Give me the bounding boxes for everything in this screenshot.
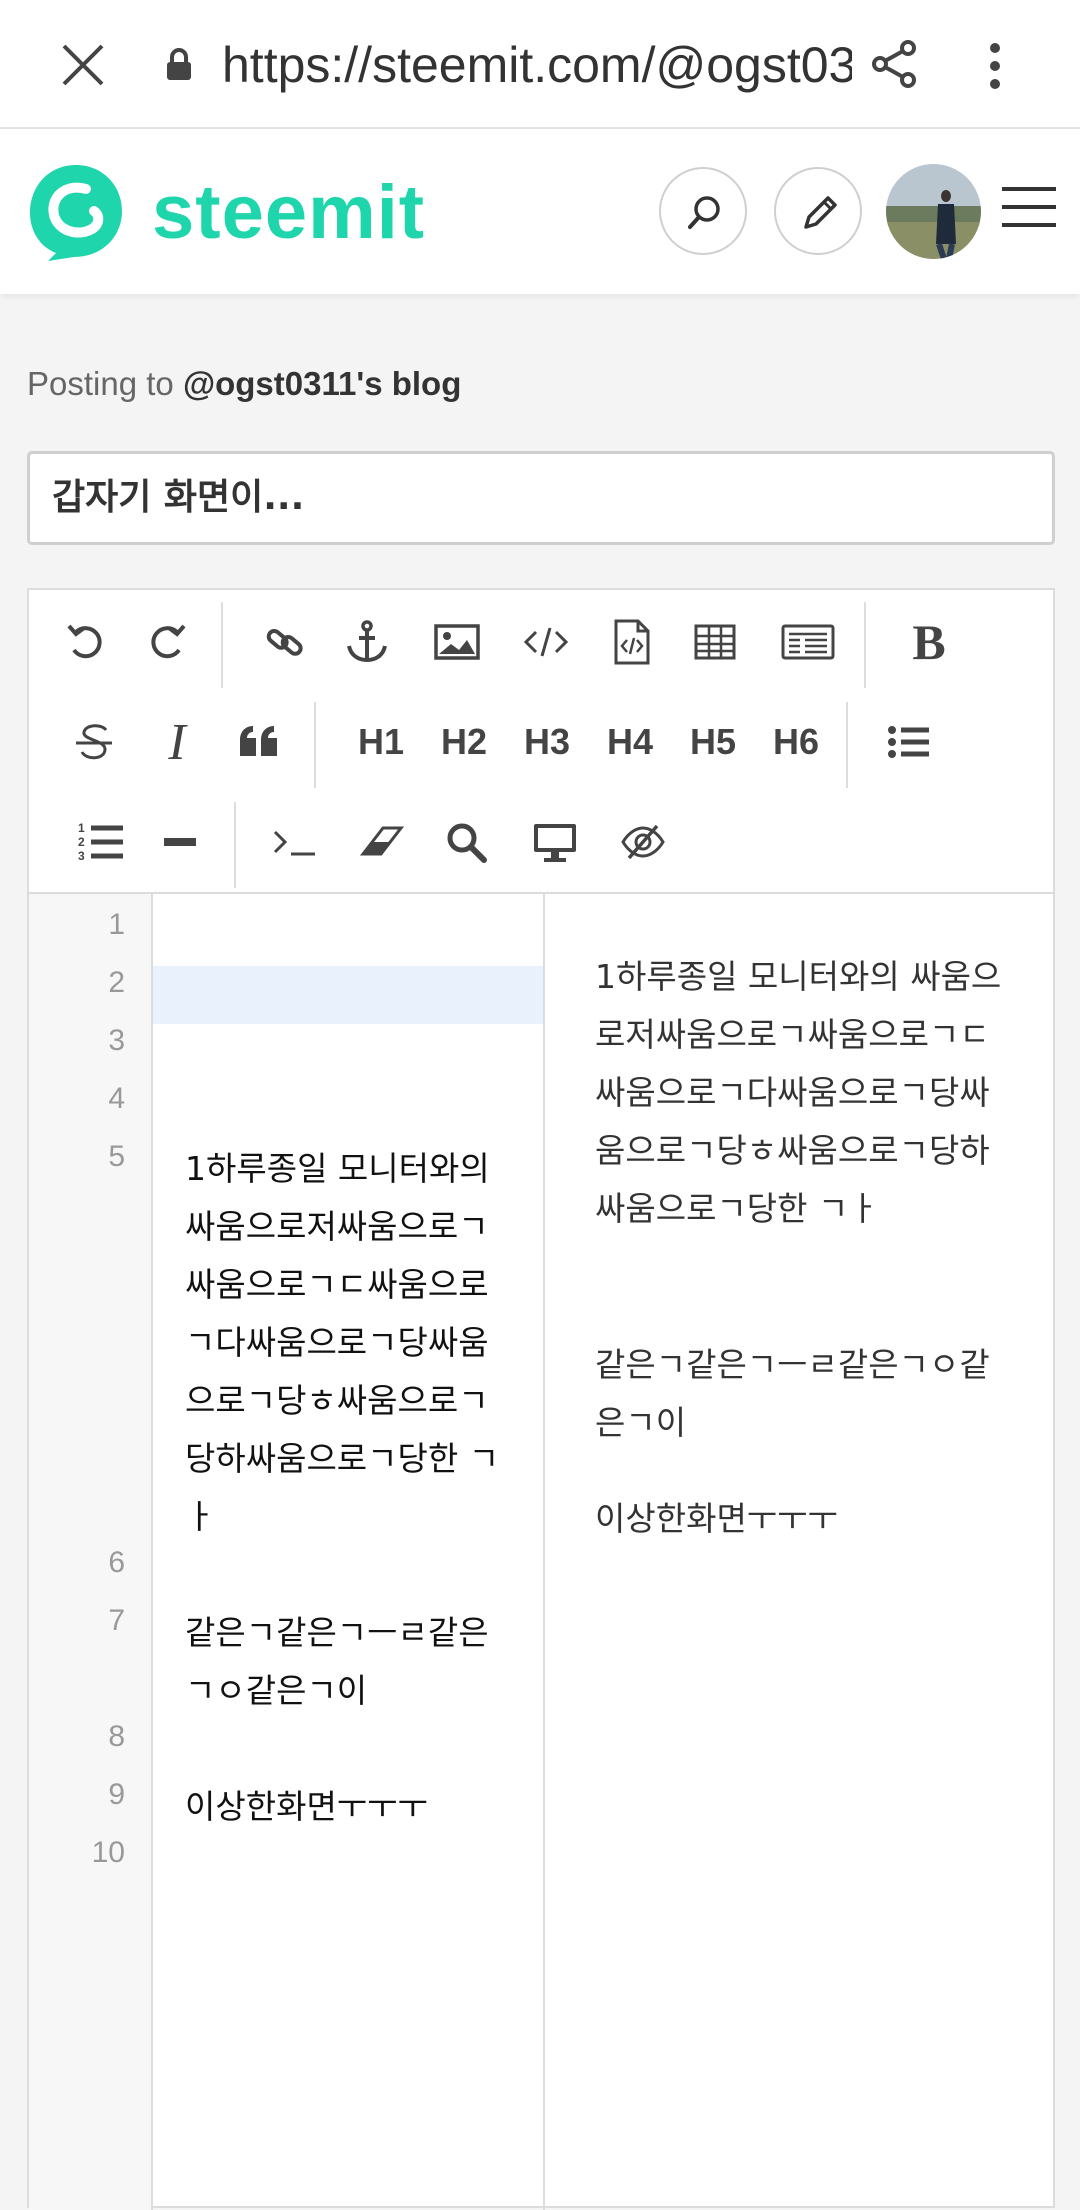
heading-2-button[interactable]: H2 [429, 712, 499, 772]
lock-icon [167, 48, 191, 80]
heading-4-button[interactable]: H4 [595, 712, 665, 772]
toggle-preview-button[interactable] [613, 812, 673, 872]
unordered-list-button[interactable] [879, 712, 939, 772]
toolbar-separator [864, 602, 866, 688]
editor-line[interactable]: 1하루종일 모니터와의 싸움으로저싸움으로ㄱ싸움으로ㄱㄷ싸움으로ㄱ다싸움으로ㄱ당… [185, 1140, 505, 1546]
toolbar-separator [314, 702, 316, 788]
eraser-button[interactable] [351, 812, 411, 872]
eye-slash-icon [621, 824, 665, 860]
post-title-input[interactable]: 갑자기 화면이... [27, 451, 1055, 545]
strikethrough-icon [76, 724, 112, 760]
bold-icon: B [912, 614, 946, 670]
markdown-editor: B I H1 H2 H3 H4 H5 H6 123 1 2 3 4 5 6 7 … [27, 588, 1055, 2210]
preview-paragraph: 같은ㄱ같은ㄱㅡㄹ같은ㄱㅇ같은ㄱ이 [595, 1345, 990, 1442]
editor-line[interactable]: 같은ㄱ같은ㄱㅡㄹ같은ㄱㅇ같은ㄱ이 [185, 1604, 505, 1720]
horizontal-rule-button[interactable] [150, 812, 210, 872]
bold-button[interactable]: B [899, 612, 959, 672]
write-post-button[interactable] [774, 167, 862, 255]
line-number: 4 [108, 1082, 125, 1115]
search-button[interactable] [659, 167, 747, 255]
anchor-icon [347, 620, 387, 663]
search-icon [447, 823, 487, 863]
posting-prefix: Posting to [27, 365, 183, 402]
preview-paragraph: 이상한화면ㅜㅜㅜ [595, 1499, 838, 1538]
line-number: 1 [108, 908, 125, 941]
code-button[interactable] [516, 612, 576, 672]
active-line-highlight [153, 966, 543, 1024]
table-button[interactable] [685, 612, 745, 672]
hamburger-menu-icon[interactable] [1000, 183, 1058, 231]
preview-pane: 1하루종일 모니터와의 싸움으로저싸움으로ㄱ싸움으로ㄱㄷ싸움으로ㄱ다싸움으로ㄱ당… [545, 894, 1053, 2210]
image-icon [434, 624, 480, 660]
code-icon [523, 627, 569, 657]
image-button[interactable] [427, 612, 487, 672]
line-number: 3 [108, 1024, 125, 1057]
editor-line[interactable]: 이상한화면ㅜㅜㅜ [185, 1778, 505, 1836]
share-icon[interactable] [868, 38, 920, 90]
svg-text:2: 2 [78, 835, 85, 849]
preview-paragraph: 1하루종일 모니터와의 싸움으로저싸움으로ㄱ싸움으로ㄱㄷ싸움으로ㄱ다싸움으로ㄱ당… [595, 957, 1002, 1228]
line-number: 8 [108, 1720, 125, 1753]
line-number: 6 [108, 1546, 125, 1579]
newspaper-icon [781, 624, 835, 660]
avatar[interactable] [886, 164, 981, 259]
browser-url-bar: https://steemit.com/@ogst0311 [0, 0, 1080, 129]
link-icon [266, 628, 303, 656]
url-text[interactable]: https://steemit.com/@ogst0311 [222, 36, 852, 94]
heading-1-button[interactable]: H1 [346, 712, 416, 772]
list-ul-icon [888, 726, 929, 758]
undo-button[interactable] [56, 612, 116, 672]
file-code-icon [614, 619, 650, 665]
horizontal-rule-icon [164, 838, 196, 846]
terminal-icon [273, 830, 315, 856]
blog-name: @ogst0311's blog [182, 365, 462, 402]
close-icon[interactable] [58, 40, 108, 90]
terminal-button[interactable] [265, 812, 325, 872]
desktop-icon [534, 824, 576, 862]
strikethrough-button[interactable] [64, 712, 124, 772]
steemit-logo-icon[interactable] [26, 161, 126, 261]
quote-icon [240, 726, 277, 756]
toolbar-separator [221, 602, 223, 688]
line-number: 9 [108, 1778, 125, 1811]
steemit-logo-text[interactable]: steemit [152, 169, 425, 256]
heading-3-button[interactable]: H3 [512, 712, 582, 772]
line-number: 5 [108, 1140, 125, 1173]
svg-text:3: 3 [78, 849, 85, 863]
line-number: 2 [108, 966, 125, 999]
line-number-gutter: 1 2 3 4 5 6 7 8 9 10 [29, 894, 153, 2210]
line-number: 10 [91, 1836, 125, 1869]
ordered-list-button[interactable]: 123 [71, 812, 131, 872]
svg-text:1: 1 [78, 821, 85, 835]
line-number: 7 [108, 1604, 125, 1637]
preview-search-button[interactable] [436, 812, 496, 872]
toolbar-separator [846, 702, 848, 788]
quote-button[interactable] [229, 712, 289, 772]
code-block-button[interactable] [602, 612, 662, 672]
heading-5-button[interactable]: H5 [678, 712, 748, 772]
heading-6-button[interactable]: H6 [761, 712, 831, 772]
toolbar-separator [234, 802, 236, 888]
site-header: steemit [0, 129, 1080, 294]
markdown-text-area[interactable]: 1하루종일 모니터와의 싸움으로저싸움으로ㄱ싸움으로ㄱㄷ싸움으로ㄱ다싸움으로ㄱ당… [153, 894, 543, 2210]
italic-button[interactable]: I [147, 712, 207, 772]
search-icon [688, 196, 720, 229]
more-options-icon[interactable] [980, 40, 1010, 92]
pencil-icon [804, 196, 837, 229]
anchor-button[interactable] [337, 612, 397, 672]
italic-icon: I [168, 713, 186, 771]
redo-icon [151, 624, 186, 659]
table-icon [694, 624, 736, 660]
eraser-icon [359, 826, 405, 856]
side-by-side-button[interactable] [773, 612, 843, 672]
editor-toolbar: B I H1 H2 H3 H4 H5 H6 123 [29, 590, 1053, 894]
undo-icon [67, 624, 102, 659]
list-ol-icon: 123 [78, 821, 123, 863]
link-button[interactable] [255, 612, 315, 672]
posting-to-label: Posting to @ogst0311's blog [27, 365, 461, 403]
redo-button[interactable] [137, 612, 197, 672]
fullscreen-button[interactable] [525, 812, 585, 872]
